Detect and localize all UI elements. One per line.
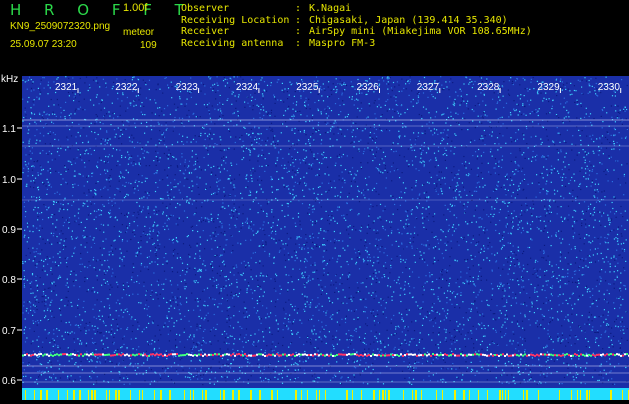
y-tick-label: 0.9 bbox=[2, 225, 16, 236]
time-label: 2324 bbox=[236, 82, 259, 93]
y-tick-label: 0.7 bbox=[2, 326, 16, 337]
info-row-antenna: Receiving antenna:Maspro FM-3 bbox=[181, 38, 532, 50]
date-time: 25.09.07 23:20 bbox=[10, 39, 77, 50]
spectrogram: 1.1 1.0 0.9 0.8 0.7 0.6 2321 2322 2323 2324 2325 2… bbox=[0, 76, 629, 400]
header-panel: H R O F F T 1.00f KN9_2509072320.png met… bbox=[0, 0, 629, 76]
time-label: 2321 bbox=[55, 82, 78, 93]
info-row-location: Receiving Location:Chigasaki, Japan (139… bbox=[181, 15, 532, 27]
time-label: 2327 bbox=[417, 82, 440, 93]
info-row-observer: Observer:K.Nagai bbox=[181, 3, 532, 15]
time-label: 2323 bbox=[176, 82, 199, 93]
info-row-receiver: Receiver:AirSpy mini (Miakejima VOR 108.… bbox=[181, 26, 532, 38]
y-unit-label: kHz bbox=[1, 74, 18, 85]
app-brand: H R O F F T bbox=[10, 1, 193, 19]
meteor-label: meteor bbox=[123, 27, 154, 38]
time-label: 2330 bbox=[598, 82, 621, 93]
station-info: Observer:K.Nagai Receiving Location:Chig… bbox=[181, 3, 532, 49]
y-tick-label: 1.1 bbox=[2, 124, 16, 135]
time-label: 2329 bbox=[537, 82, 560, 93]
spectrogram-background bbox=[22, 76, 629, 400]
time-label: 2322 bbox=[115, 82, 138, 93]
time-label: 2328 bbox=[477, 82, 500, 93]
meteor-count: 109 bbox=[140, 40, 157, 51]
y-tick-label: 1.0 bbox=[2, 175, 16, 186]
bottom-bar bbox=[22, 388, 629, 400]
time-label: 2325 bbox=[296, 82, 319, 93]
file-name: KN9_2509072320.png bbox=[10, 21, 110, 32]
y-tick-label: 0.6 bbox=[2, 376, 16, 387]
y-axis: 1.1 1.0 0.9 0.8 0.7 0.6 bbox=[2, 124, 22, 387]
y-tick-label: 0.8 bbox=[2, 275, 16, 286]
app-version: 1.00f bbox=[123, 2, 147, 14]
spectrogram-panel: 1.1 1.0 0.9 0.8 0.7 0.6 2321 2322 2323 2324 2325 2… bbox=[0, 76, 629, 400]
time-label: 2326 bbox=[357, 82, 380, 93]
